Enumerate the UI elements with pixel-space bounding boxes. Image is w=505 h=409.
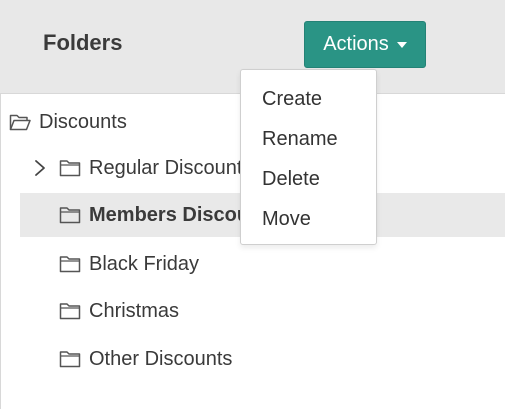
- tree-node-label: Regular Discounts: [89, 156, 253, 179]
- menu-item-rename[interactable]: Rename: [241, 119, 376, 159]
- menu-item-create[interactable]: Create: [241, 79, 376, 119]
- folder-icon: [59, 207, 81, 224]
- tree-node-other-discounts[interactable]: Other Discounts: [1, 337, 505, 381]
- chevron-right-icon[interactable]: [33, 158, 47, 178]
- tree-node-label: Other Discounts: [89, 347, 233, 370]
- menu-item-delete[interactable]: Delete: [241, 159, 376, 199]
- caret-down-icon: [396, 42, 407, 48]
- actions-button[interactable]: Actions: [304, 21, 426, 68]
- tree-node-christmas[interactable]: Christmas: [1, 289, 505, 333]
- folder-open-icon: [9, 114, 31, 131]
- tree-node-label: Discounts: [39, 110, 127, 133]
- actions-dropdown-menu: Create Rename Delete Move: [240, 69, 377, 245]
- folder-icon: [59, 256, 81, 273]
- folder-icon: [59, 160, 81, 177]
- actions-button-label: Actions: [323, 33, 389, 55]
- folder-icon: [59, 303, 81, 320]
- tree-node-label: Black Friday: [89, 252, 200, 275]
- tree-node-black-friday[interactable]: Black Friday: [1, 242, 505, 286]
- folders-title: Folders: [43, 30, 123, 55]
- tree-node-label: Christmas: [89, 299, 180, 322]
- folder-icon: [59, 351, 81, 368]
- menu-item-move[interactable]: Move: [241, 199, 376, 239]
